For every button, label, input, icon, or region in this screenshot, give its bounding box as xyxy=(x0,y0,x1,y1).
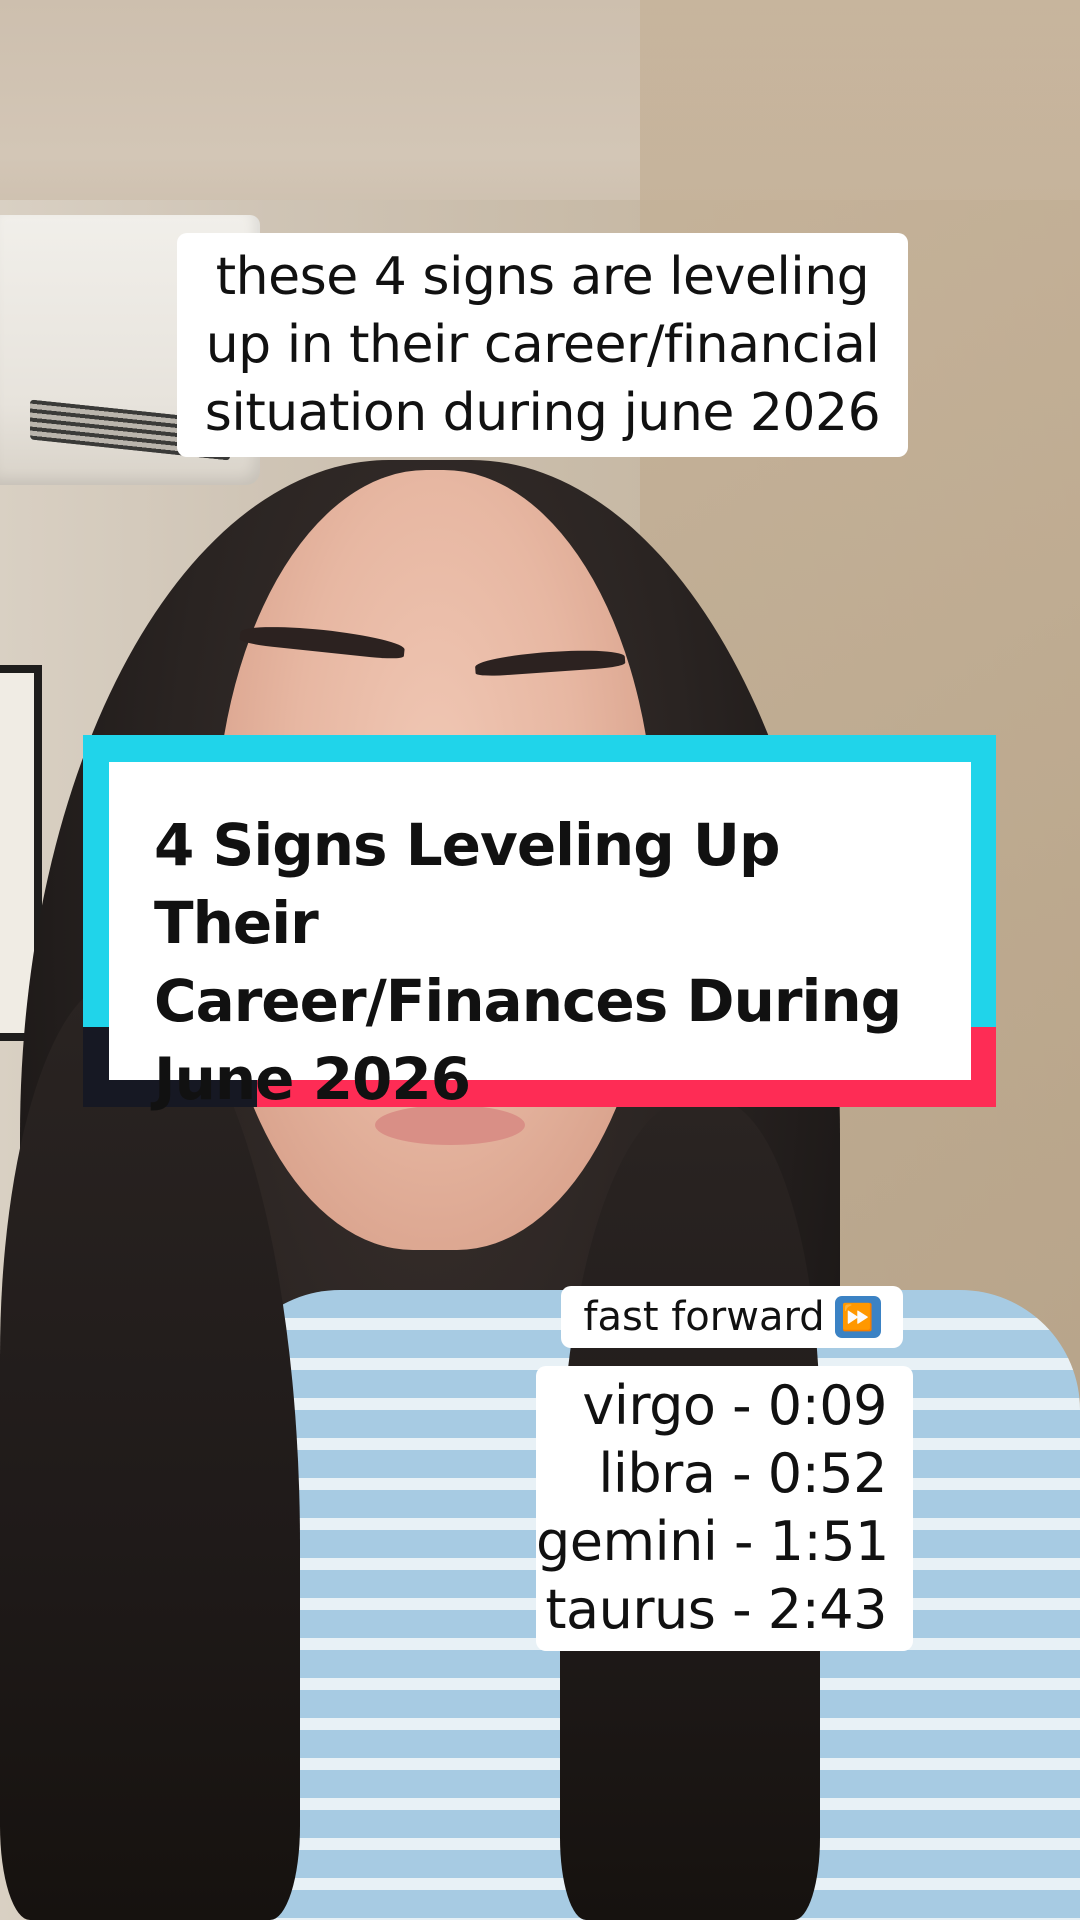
fast-forward-label: fast forward xyxy=(583,1294,825,1340)
caption-box: these 4 signs are leveling up in their c… xyxy=(177,233,908,457)
video-frame: these 4 signs are leveling up in their c… xyxy=(0,0,1080,1920)
timestamp-item-libra: libra - 0:52 xyxy=(598,1442,887,1505)
title-line: June 2026 xyxy=(154,1045,471,1113)
title-line: Career/Finances During xyxy=(154,967,902,1035)
title-card-panel: 4 Signs Leveling Up Their Career/Finance… xyxy=(109,762,971,1113)
title-line: 4 Signs Leveling Up Their xyxy=(154,811,781,957)
fast-forward-label-box: fast forward ⏩ xyxy=(561,1286,903,1348)
title-card: 4 Signs Leveling Up Their Career/Finance… xyxy=(83,735,996,1113)
fast-forward-icon: ⏩ xyxy=(834,1296,881,1338)
title-card-heading: 4 Signs Leveling Up Their Career/Finance… xyxy=(154,806,951,1118)
caption-text: these 4 signs are leveling up in their c… xyxy=(204,243,881,447)
caption-line: these 4 signs are leveling xyxy=(215,247,870,307)
timestamp-item-virgo: virgo - 0:09 xyxy=(582,1374,887,1437)
timestamp-item-taurus: taurus - 2:43 xyxy=(545,1578,887,1641)
timestamp-item-gemini: gemini - 1:51 xyxy=(536,1510,889,1573)
caption-line: situation during june 2026 xyxy=(204,383,881,443)
caption-line: up in their career/financial xyxy=(205,315,880,375)
timestamp-list: virgo - 0:09 libra - 0:52 gemini - 1:51 … xyxy=(536,1366,913,1651)
